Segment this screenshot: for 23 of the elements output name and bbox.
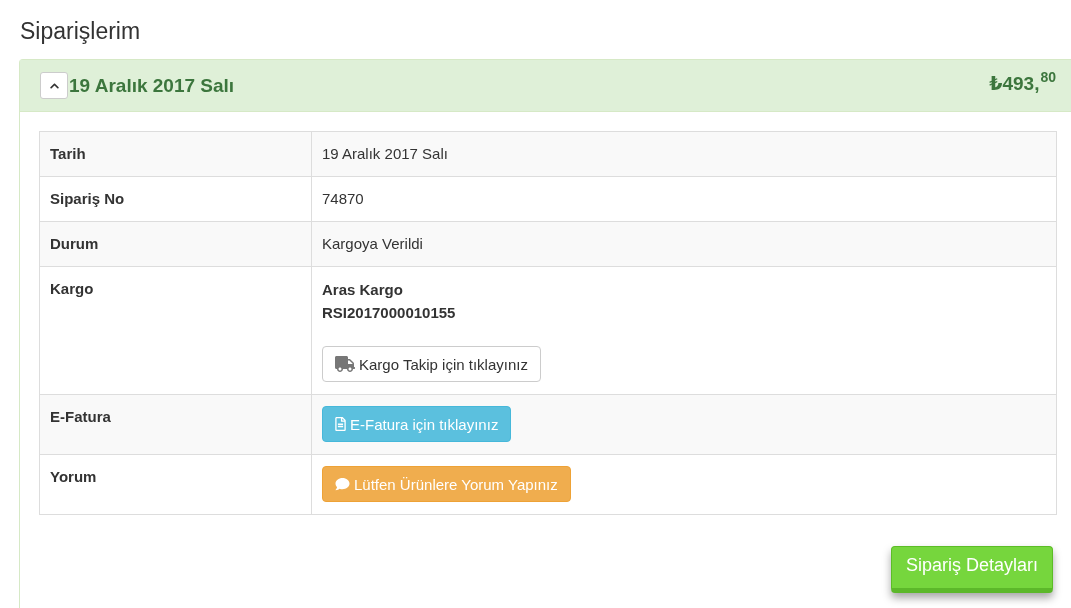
- chevron-up-icon: [48, 80, 60, 91]
- row-label: Durum: [39, 221, 312, 267]
- cargo-company: Aras Kargo: [322, 280, 403, 300]
- order-date: 19 Aralık 2017 Salı: [69, 74, 235, 97]
- page-title: Siparişlerim: [20, 17, 142, 45]
- cell-value: 19 Aralık 2017 Salı: [322, 144, 448, 164]
- row-label: Yorum: [39, 454, 312, 515]
- order-details-button[interactable]: Sipariş Detayları: [890, 546, 1053, 593]
- order-total: ₺493,$^{80}$: [989, 72, 1056, 95]
- cell-value: Kargoya Verildi: [322, 234, 423, 254]
- action-button[interactable]: Kargo Takip için tıklayınız: [322, 346, 541, 382]
- row-label: E-Fatura: [39, 394, 312, 455]
- speech-bubble-icon: [335, 477, 350, 491]
- truck-icon: [335, 356, 355, 372]
- row-label: Sipariş No: [39, 176, 312, 222]
- document-icon: [335, 417, 346, 431]
- collapse-toggle[interactable]: [40, 72, 68, 99]
- cell-value: 74870: [322, 189, 364, 209]
- tracking-number: RSI2017000010155: [322, 303, 456, 323]
- action-button[interactable]: Lütfen Ürünlere Yorum Yapınız: [322, 466, 571, 502]
- row-label: Tarih: [39, 131, 312, 177]
- row-label: Kargo: [39, 266, 312, 395]
- action-button[interactable]: E-Fatura için tıklayınız: [322, 406, 512, 442]
